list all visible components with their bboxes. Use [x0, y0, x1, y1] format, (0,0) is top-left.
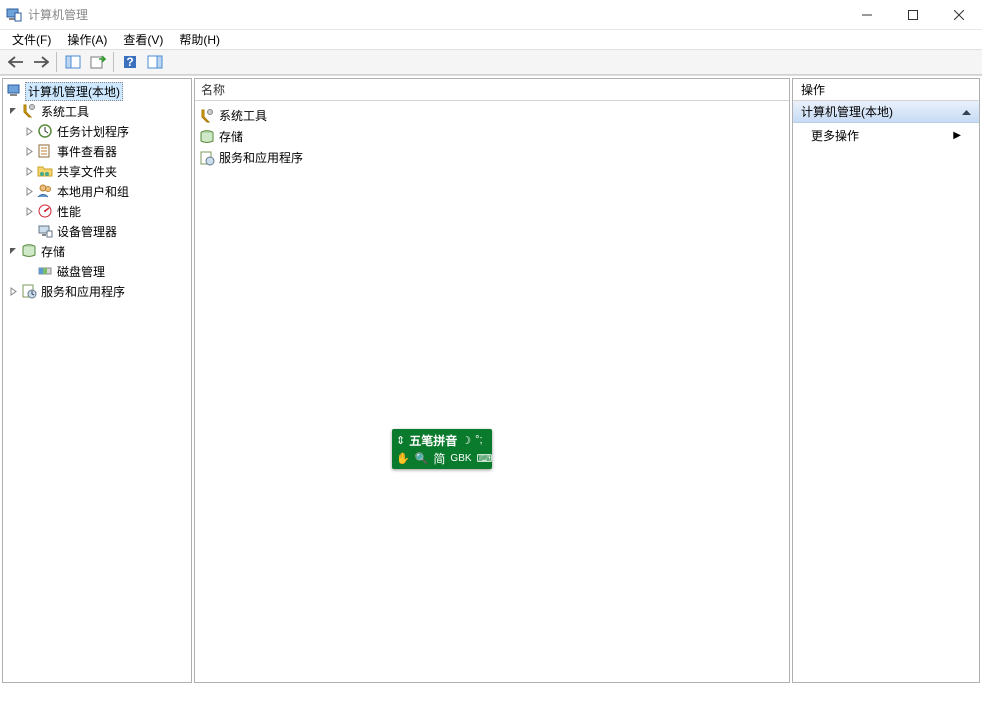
ime-search-icon[interactable]: 🔍 — [415, 452, 429, 465]
ime-charset[interactable]: GBK — [450, 453, 471, 464]
toolbar-separator — [56, 52, 57, 72]
expand-icon[interactable] — [23, 205, 35, 217]
tree-local-users[interactable]: 本地用户和组 — [3, 181, 191, 201]
list-item[interactable]: 系统工具 — [197, 105, 787, 126]
list-column-header[interactable]: 名称 — [195, 79, 789, 101]
collapse-icon[interactable] — [962, 105, 971, 119]
back-button[interactable] — [4, 51, 27, 73]
tree-root[interactable]: 计算机管理(本地) — [3, 81, 191, 101]
svg-text:?: ? — [126, 55, 133, 69]
menu-view[interactable]: 查看(V) — [115, 30, 171, 49]
ime-name: 五笔拼音 — [409, 432, 457, 449]
titlebar: 计算机管理 — [0, 0, 982, 30]
users-icon — [37, 183, 53, 199]
show-hide-tree-button[interactable] — [61, 51, 84, 73]
services-icon — [21, 283, 37, 299]
list-item-label: 系统工具 — [219, 107, 267, 124]
tree-system-tools[interactable]: 系统工具 — [3, 101, 191, 121]
chevron-right-icon: ▶ — [953, 130, 961, 141]
storage-icon — [199, 129, 215, 145]
export-list-button[interactable] — [86, 51, 109, 73]
tree-task-scheduler-label: 任务计划程序 — [55, 123, 131, 140]
menubar: 文件(F) 操作(A) 查看(V) 帮助(H) — [0, 30, 982, 49]
tree-root-label: 计算机管理(本地) — [25, 82, 123, 101]
toolbar-separator — [113, 52, 114, 72]
action-more-operations[interactable]: 更多操作 ▶ — [793, 123, 979, 147]
action-pane-header: 操作 — [793, 79, 979, 101]
window-controls — [844, 0, 982, 29]
expand-icon[interactable] — [7, 285, 19, 297]
tree-device-manager-label: 设备管理器 — [55, 223, 119, 240]
tree-system-tools-label: 系统工具 — [39, 103, 91, 120]
list-item-label: 服务和应用程序 — [219, 149, 303, 166]
tree-performance-label: 性能 — [55, 203, 83, 220]
show-hide-action-pane-button[interactable] — [143, 51, 166, 73]
tools-icon — [199, 108, 215, 124]
window-title: 计算机管理 — [28, 6, 844, 23]
device-manager-icon — [37, 223, 53, 239]
ime-keyboard-icon[interactable]: ⌨ — [477, 452, 493, 465]
collapse-icon[interactable] — [7, 245, 19, 257]
expand-icon[interactable] — [23, 125, 35, 137]
tree: 计算机管理(本地) 系统工具 任务计划程序 事件查看器 共享文件夹 — [3, 79, 191, 303]
tree-disk-management-label: 磁盘管理 — [55, 263, 107, 280]
computer-icon — [7, 83, 23, 99]
event-log-icon — [37, 143, 53, 159]
storage-icon — [21, 243, 37, 259]
action-pane: 操作 计算机管理(本地) 更多操作 ▶ — [792, 78, 980, 683]
list-header-name: 名称 — [201, 81, 225, 98]
ime-hand-icon[interactable]: ✋ — [396, 452, 410, 465]
disk-icon — [37, 263, 53, 279]
tree-event-viewer[interactable]: 事件查看器 — [3, 141, 191, 161]
forward-button[interactable] — [29, 51, 52, 73]
ime-moon-icon[interactable]: ☽ — [461, 434, 471, 447]
tree-shared-folders[interactable]: 共享文件夹 — [3, 161, 191, 181]
tree-storage[interactable]: 存储 — [3, 241, 191, 261]
help-button[interactable]: ? — [118, 51, 141, 73]
action-section-header[interactable]: 计算机管理(本地) — [793, 101, 979, 123]
tree-event-viewer-label: 事件查看器 — [55, 143, 119, 160]
action-more-label: 更多操作 — [811, 127, 859, 144]
collapse-icon[interactable] — [7, 105, 19, 117]
content-area: 计算机管理(本地) 系统工具 任务计划程序 事件查看器 共享文件夹 — [0, 75, 982, 685]
ime-punct-icon[interactable]: °; — [475, 434, 482, 446]
tree-shared-folders-label: 共享文件夹 — [55, 163, 119, 180]
services-icon — [199, 150, 215, 166]
app-icon — [6, 7, 22, 23]
tree-device-manager[interactable]: 设备管理器 — [3, 221, 191, 241]
tree-task-scheduler[interactable]: 任务计划程序 — [3, 121, 191, 141]
list-item-label: 存储 — [219, 128, 243, 145]
expand-icon[interactable] — [23, 185, 35, 197]
tree-storage-label: 存储 — [39, 243, 67, 260]
tree-disk-management[interactable]: 磁盘管理 — [3, 261, 191, 281]
list-item[interactable]: 存储 — [197, 126, 787, 147]
tree-performance[interactable]: 性能 — [3, 201, 191, 221]
menu-help[interactable]: 帮助(H) — [171, 30, 228, 49]
list-body: 系统工具 存储 服务和应用程序 — [195, 101, 789, 172]
tree-services-apps[interactable]: 服务和应用程序 — [3, 281, 191, 301]
ime-mode[interactable]: 简 — [433, 450, 445, 467]
clock-icon — [37, 123, 53, 139]
minimize-button[interactable] — [844, 0, 890, 29]
close-button[interactable] — [936, 0, 982, 29]
shared-folder-icon — [37, 163, 53, 179]
tools-icon — [21, 103, 37, 119]
toolbar: ? — [0, 49, 982, 75]
ime-expand-icon[interactable]: ⇕ — [396, 434, 405, 447]
performance-icon — [37, 203, 53, 219]
tree-local-users-label: 本地用户和组 — [55, 183, 131, 200]
tree-services-apps-label: 服务和应用程序 — [39, 283, 127, 300]
ime-toolbar[interactable]: ⇕ 五笔拼音 ☽ °; ✋ 🔍 简 GBK ⌨ — [392, 429, 492, 469]
expand-icon[interactable] — [23, 145, 35, 157]
menu-file[interactable]: 文件(F) — [4, 30, 59, 49]
tree-pane: 计算机管理(本地) 系统工具 任务计划程序 事件查看器 共享文件夹 — [2, 78, 192, 683]
maximize-button[interactable] — [890, 0, 936, 29]
action-section-title: 计算机管理(本地) — [801, 103, 893, 120]
menu-action[interactable]: 操作(A) — [59, 30, 115, 49]
expand-icon[interactable] — [23, 165, 35, 177]
list-item[interactable]: 服务和应用程序 — [197, 147, 787, 168]
list-pane: 名称 系统工具 存储 服务和应用程序 ⇕ 五笔拼音 ☽ °; — [194, 78, 790, 683]
